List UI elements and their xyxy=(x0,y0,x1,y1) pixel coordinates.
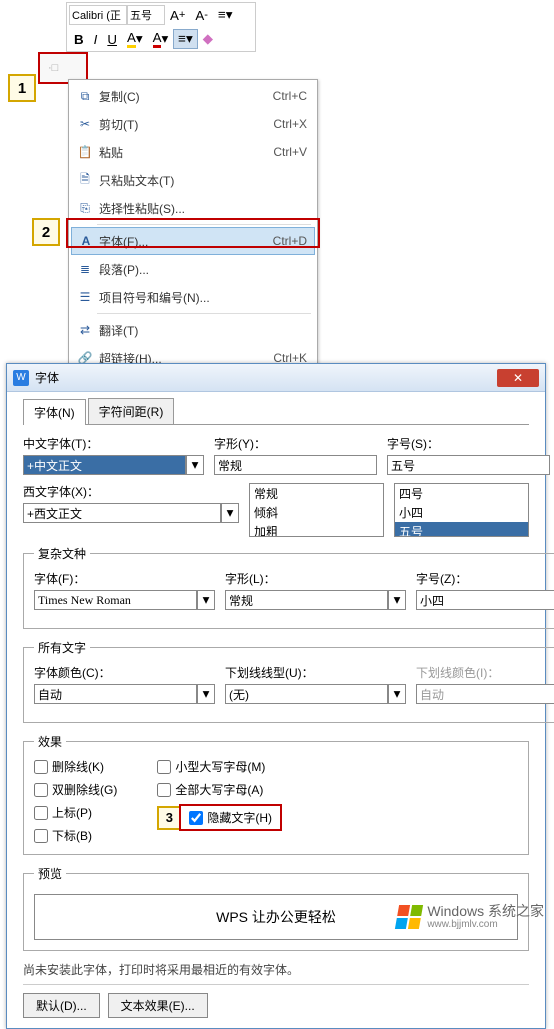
watermark-title: Windows 系统之家 xyxy=(427,904,544,919)
app-icon: W xyxy=(13,370,29,386)
menu-cut[interactable]: ✂ 剪切(T) Ctrl+X xyxy=(71,110,315,138)
list-item: 加粗 xyxy=(250,522,383,537)
windows-logo-icon xyxy=(395,905,423,929)
watermark-url: www.bjjmlv.com xyxy=(427,919,544,930)
size-listbox[interactable]: 四号 小四 五号 xyxy=(394,483,529,537)
wn-font-dropdown[interactable]: ▾ xyxy=(221,503,239,523)
step-3-marker: 3 xyxy=(157,806,181,830)
complex-script-group: 复杂文种 字体(F)： ▾ 字形(L)： ▾ 字号(Z)： ▾ xyxy=(23,545,554,629)
list-item: 倾斜 xyxy=(250,503,383,522)
tab-font[interactable]: 字体(N) xyxy=(23,399,86,425)
paragraph-icon: ≣ xyxy=(75,262,95,276)
dialog-title: 字体 xyxy=(35,369,497,386)
complex-style-input[interactable] xyxy=(225,590,388,610)
paste-icon: 📋 xyxy=(75,145,95,159)
chk-hidden[interactable]: 隐藏文字(H) xyxy=(189,809,272,826)
underline-select[interactable] xyxy=(225,684,388,704)
font-color-select[interactable] xyxy=(34,684,197,704)
menu-paragraph[interactable]: ≣ 段落(P)... xyxy=(71,255,315,283)
size-input[interactable] xyxy=(387,455,550,475)
list-item: 五号 xyxy=(395,522,528,537)
list-item: 常规 xyxy=(250,484,383,503)
style-listbox[interactable]: 常规 倾斜 加粗 xyxy=(249,483,384,537)
chk-allcaps[interactable]: 全部大写字母(A) xyxy=(157,781,282,798)
wn-font-input[interactable] xyxy=(23,503,221,523)
complex-style-dropdown[interactable]: ▾ xyxy=(388,590,406,610)
dialog-note: 尚未安装此字体，打印时将采用最相近的有效字体。 xyxy=(23,961,529,978)
context-menu: ⧉ 复制(C) Ctrl+C ✂ 剪切(T) Ctrl+X 📋 粘贴 Ctrl+… xyxy=(68,79,318,375)
italic-button[interactable]: I xyxy=(89,29,103,49)
watermark: Windows 系统之家 www.bjjmlv.com xyxy=(397,904,544,930)
paste-special-icon: ⎘ xyxy=(75,201,95,216)
cut-icon: ✂ xyxy=(75,117,95,131)
copy-icon: ⧉ xyxy=(75,89,95,104)
format-eraser-button[interactable]: ◆ xyxy=(198,29,218,49)
menu-bullets[interactable]: ☰ 项目符号和编号(N)... xyxy=(71,283,315,311)
style-input[interactable] xyxy=(214,455,377,475)
style-label: 字形(Y)： xyxy=(214,435,377,452)
font-size-selector[interactable] xyxy=(127,5,165,25)
cn-font-label: 中文字体(T)： xyxy=(23,435,204,452)
chk-subscript[interactable]: 下标(B) xyxy=(34,827,117,844)
effects-group: 效果 删除线(K) 双删除线(G) 上标(P) 下标(B) 小型大写字母(M) … xyxy=(23,733,529,855)
chk-smallcaps[interactable]: 小型大写字母(M) xyxy=(157,758,282,775)
font-icon: A xyxy=(76,234,96,248)
menu-paste[interactable]: 📋 粘贴 Ctrl+V xyxy=(71,138,315,166)
step-1-marker: 1 xyxy=(8,74,36,102)
highlight-button[interactable]: A▾ xyxy=(122,29,148,49)
list-item: 小四 xyxy=(395,503,528,522)
translate-icon: ⇄ xyxy=(75,323,95,337)
size-label: 字号(S)： xyxy=(387,435,550,452)
chk-strike[interactable]: 删除线(K) xyxy=(34,758,117,775)
tab-spacing[interactable]: 字符间距(R) xyxy=(88,398,175,424)
step-3-highlight: 隐藏文字(H) xyxy=(179,804,282,831)
menu-separator xyxy=(97,224,311,225)
line-spacing-button[interactable]: ≡▾ xyxy=(213,5,237,25)
wn-font-label: 西文字体(X)： xyxy=(23,483,239,500)
page-break-mark: ·□ xyxy=(48,62,58,74)
menu-font[interactable]: A 字体(F)... Ctrl+D xyxy=(71,227,315,255)
underline-button[interactable]: U xyxy=(102,29,122,49)
menu-separator xyxy=(97,313,311,314)
font-color-button[interactable]: A▾ xyxy=(148,29,174,49)
close-button[interactable]: ✕ xyxy=(497,369,539,387)
cn-font-input[interactable] xyxy=(23,455,186,475)
menu-label: 复制(C) xyxy=(99,88,273,105)
align-button[interactable]: ≡▾ xyxy=(173,29,197,49)
complex-size-input[interactable] xyxy=(416,590,554,610)
menu-copy[interactable]: ⧉ 复制(C) Ctrl+C xyxy=(71,82,315,110)
all-text-group: 所有文字 字体颜色(C)： ▾ 下划线线型(U)： ▾ 下划线颜色(I)： ▾ … xyxy=(23,639,554,723)
font-name-selector[interactable] xyxy=(69,5,127,25)
bullets-icon: ☰ xyxy=(75,290,95,304)
menu-paste-special[interactable]: ⎘ 选择性粘贴(S)... xyxy=(71,194,315,222)
list-item: 四号 xyxy=(395,484,528,503)
mini-toolbar: A+ A- ≡▾ B I U A▾ A▾ ≡▾ ◆ xyxy=(66,2,256,52)
menu-shortcut: Ctrl+C xyxy=(273,89,307,103)
default-button[interactable]: 默认(D)... xyxy=(23,993,100,1018)
complex-font-dropdown[interactable]: ▾ xyxy=(197,590,215,610)
increase-font-button[interactable]: A+ xyxy=(165,5,190,25)
text-effect-button[interactable]: 文本效果(E)... xyxy=(108,993,208,1018)
complex-legend: 复杂文种 xyxy=(34,545,90,562)
bold-button[interactable]: B xyxy=(69,29,89,49)
underline-color-select xyxy=(416,684,554,704)
complex-font-input[interactable] xyxy=(34,590,197,610)
cn-font-dropdown[interactable]: ▾ xyxy=(186,455,204,475)
dialog-titlebar: W 字体 ✕ xyxy=(7,364,545,392)
menu-paste-text[interactable]: 🗎 只粘贴文本(T) xyxy=(71,166,315,194)
paste-text-icon: 🗎 xyxy=(75,170,95,191)
decrease-font-button[interactable]: A- xyxy=(190,5,213,25)
chk-double-strike[interactable]: 双删除线(G) xyxy=(34,781,117,798)
step-2-marker: 2 xyxy=(32,218,60,246)
chk-superscript[interactable]: 上标(P) xyxy=(34,804,117,821)
menu-translate[interactable]: ⇄ 翻译(T) xyxy=(71,316,315,344)
